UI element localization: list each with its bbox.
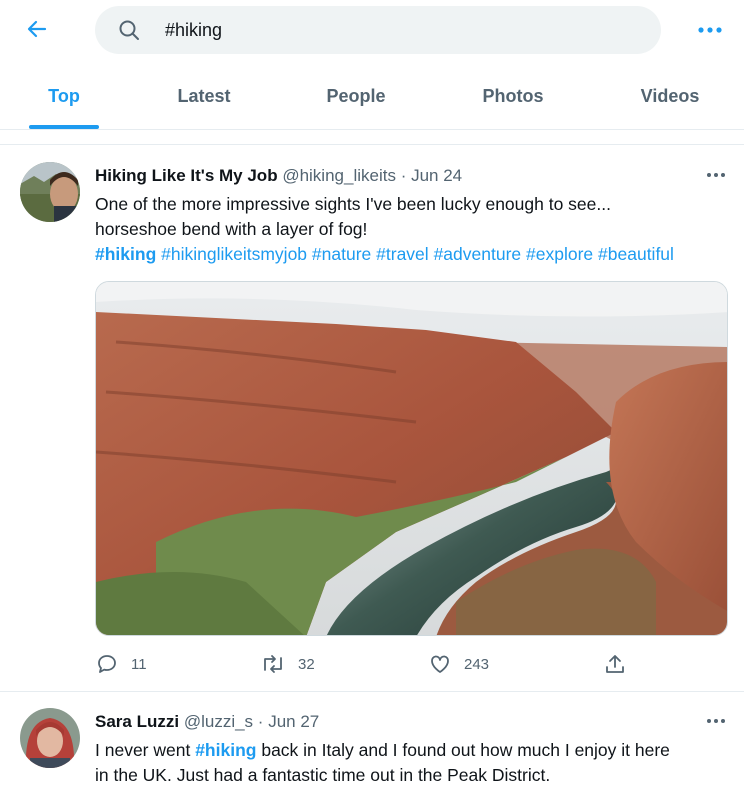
tweet[interactable]: Sara Luzzi @luzzi_s · Jun 27 I never wen… [0,692,744,792]
avatar[interactable] [20,162,80,222]
hashtag-link[interactable]: #hikinglikeitsmyjob [161,244,307,264]
like-button[interactable]: 243 [428,648,489,680]
tweet-text-line: in the UK. Just had a fantastic time out… [95,765,551,785]
tweet-text-line: horseshoe bend with a layer of fog! [95,219,368,239]
separator-dot: · [257,712,264,731]
retweet-count: 32 [298,655,315,673]
hashtag-link[interactable]: #adventure [434,244,522,264]
avatar[interactable] [20,708,80,768]
tweet-more-button[interactable] [700,711,732,731]
more-icon [707,719,725,723]
retweet-button[interactable]: 32 [260,648,315,680]
hashtag-link[interactable]: #explore [526,244,593,264]
tweet-text: I never went #hiking back in Italy and I… [95,738,735,788]
hashtag-link[interactable]: #hiking [195,740,256,760]
author-handle[interactable]: @luzzi_s [184,712,253,731]
hashtag-link[interactable]: #nature [312,244,371,264]
tweet-text-line: I never went #hiking back in Italy and I… [95,740,670,760]
separator-dot: · [400,166,407,185]
share-icon [606,655,624,673]
hashtag-link[interactable]: #hiking [95,244,156,264]
reply-button[interactable]: 11 [95,648,147,680]
hashtag-link[interactable]: #travel [376,244,429,264]
hashtag-link[interactable]: #beautiful [598,244,674,264]
hashtag-line: #hiking #hikinglikeitsmyjob #nature #tra… [95,242,735,267]
tweet[interactable]: Hiking Like It's My Job @hiking_likeits … [0,0,744,691]
tweet-header: Hiking Like It's My Job @hiking_likeits … [95,166,462,186]
like-count: 243 [464,655,490,673]
reply-icon [98,655,116,673]
like-icon [431,655,449,673]
author-name[interactable]: Sara Luzzi [95,712,179,731]
retweet-icon [264,655,282,673]
more-icon [707,173,725,177]
tweet-date[interactable]: Jun 24 [411,166,462,185]
tweet-date[interactable]: Jun 27 [268,712,319,731]
share-button[interactable] [603,648,627,680]
reply-count: 11 [131,655,147,673]
tweet-header: Sara Luzzi @luzzi_s · Jun 27 [95,712,319,732]
tweet-actions: 11 32 243 [95,648,735,680]
author-handle[interactable]: @hiking_likeits [282,166,396,185]
tweet-more-button[interactable] [700,165,732,185]
tweet-photo[interactable] [95,281,728,636]
author-name[interactable]: Hiking Like It's My Job [95,166,278,185]
tweet-text-line: One of the more impressive sights I've b… [95,194,611,214]
tweet-text: One of the more impressive sights I've b… [95,192,735,267]
